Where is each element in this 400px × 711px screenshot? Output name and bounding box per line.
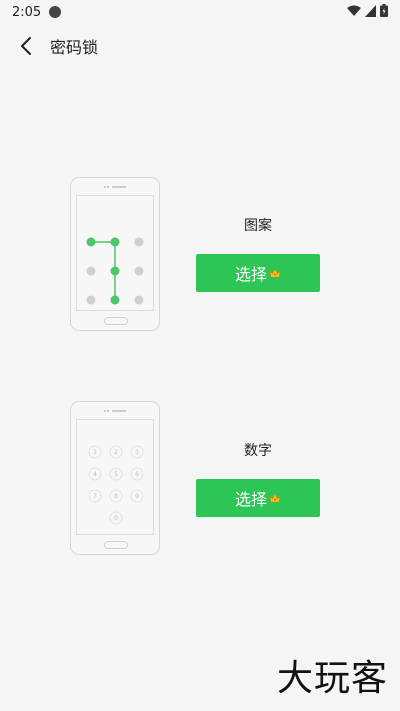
back-button[interactable] xyxy=(6,28,46,64)
keypad-key: 2 xyxy=(109,445,123,459)
crown-icon xyxy=(269,268,281,278)
select-button-label: 选择 xyxy=(234,490,267,509)
chevron-left-icon xyxy=(21,37,31,55)
keypad-digit: 5 xyxy=(114,471,118,478)
phone-screen xyxy=(76,195,154,311)
phone-home-button xyxy=(104,541,128,549)
keypad-digit: 4 xyxy=(93,471,97,478)
wifi-icon xyxy=(347,5,361,16)
keypad-key: 9 xyxy=(130,489,144,503)
phone-speaker-icon xyxy=(104,186,126,188)
app-header: 密码锁 xyxy=(0,28,400,64)
signal-icon xyxy=(365,4,376,17)
keypad-digit: 9 xyxy=(135,493,139,500)
pattern-grid-icon xyxy=(86,237,144,305)
keypad-digit: 7 xyxy=(93,493,97,500)
notification-dot-icon xyxy=(49,6,62,18)
status-time: 2:05 xyxy=(12,4,42,20)
keypad-digit: 0 xyxy=(114,515,118,522)
phone-screen: 1 2 3 4 5 6 7 8 9 0 xyxy=(76,419,154,535)
page-title: 密码锁 xyxy=(50,38,99,57)
keypad-icon: 1 2 3 4 5 6 7 8 9 0 xyxy=(88,445,144,525)
keypad-key: 1 xyxy=(88,445,102,459)
pattern-lock-illustration xyxy=(70,177,160,331)
phone-speaker-icon xyxy=(104,410,126,412)
keypad-digit: 1 xyxy=(93,449,97,456)
keypad-key: 5 xyxy=(109,467,123,481)
select-pattern-button[interactable]: 选择 xyxy=(196,254,320,292)
battery-icon xyxy=(380,4,388,17)
keypad-digit: 8 xyxy=(114,493,118,500)
keypad-digit: 2 xyxy=(114,449,118,456)
keypad-digit: 6 xyxy=(135,471,139,478)
keypad-key: 7 xyxy=(88,489,102,503)
keypad-key: 8 xyxy=(109,489,123,503)
crown-icon xyxy=(269,493,281,503)
keypad-key: 4 xyxy=(88,467,102,481)
pattern-option-label: 图案 xyxy=(244,218,272,234)
select-numeric-button[interactable]: 选择 xyxy=(196,479,320,517)
status-icons xyxy=(347,4,388,17)
phone-home-button xyxy=(104,317,128,325)
numeric-option-label: 数字 xyxy=(244,443,272,459)
watermark-logo: 大玩客 xyxy=(276,658,388,699)
status-bar: 2:05 xyxy=(0,0,400,24)
select-button-label: 选择 xyxy=(234,265,267,284)
keypad-key: 6 xyxy=(130,467,144,481)
keypad-key: 3 xyxy=(130,445,144,459)
keypad-digit: 3 xyxy=(135,449,139,456)
keypad-key: 0 xyxy=(109,511,123,525)
numeric-lock-illustration: 1 2 3 4 5 6 7 8 9 0 xyxy=(70,401,160,555)
